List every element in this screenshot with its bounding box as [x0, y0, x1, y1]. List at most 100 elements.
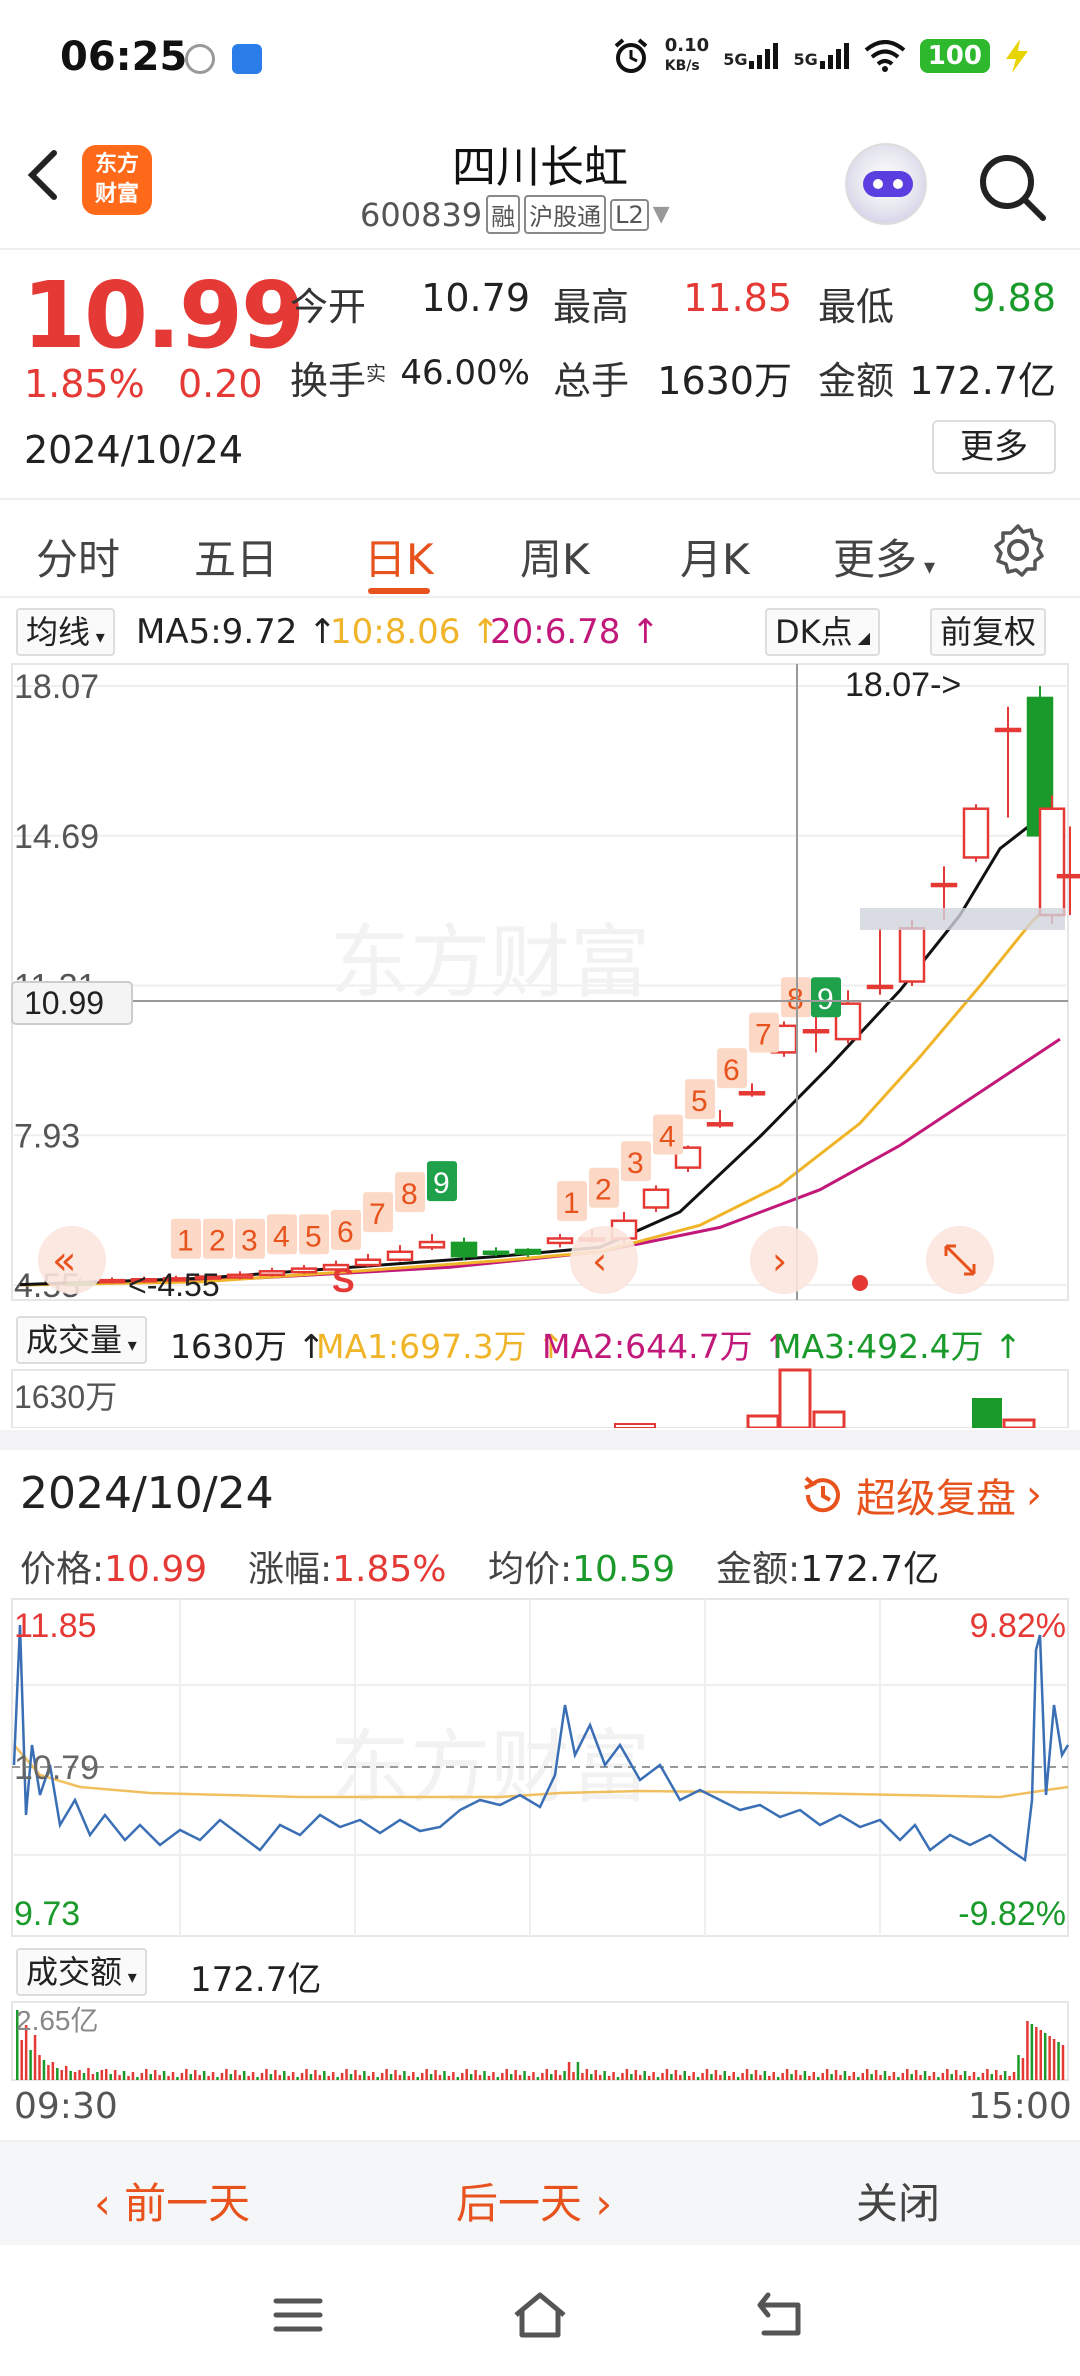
amount-bar: [225, 2069, 228, 2080]
adjust-selector[interactable]: 前复权: [930, 608, 1047, 656]
close-button[interactable]: 关闭: [856, 2170, 940, 2231]
amount-bar: [679, 2075, 682, 2080]
kline-chart[interactable]: 东方财富 18.0714.6911.317.934.55 12345678123…: [0, 660, 1080, 1310]
chevron-right-icon: ›: [1026, 1472, 1042, 1518]
amount-bar: [189, 2074, 193, 2080]
dk-signal-number: 9: [433, 1167, 450, 1200]
tab-daily-k[interactable]: 日K: [364, 526, 434, 587]
amount-bar: [825, 2069, 829, 2080]
prev-icon[interactable]: ‹: [570, 1226, 638, 1294]
next-day-button[interactable]: 后一天 ›: [456, 2170, 612, 2231]
amount-bar: [603, 2071, 606, 2080]
amount-bar: [768, 2076, 771, 2080]
ma10-legend: 10:8.06 ↑: [330, 612, 500, 652]
expand-icon[interactable]: [926, 1226, 994, 1294]
high-label: 最高: [553, 285, 630, 329]
amount-bar: [990, 2074, 994, 2080]
amount-bar: [211, 2072, 215, 2080]
dk-signal-number: 8: [787, 983, 804, 1016]
low-label: 最低: [818, 285, 895, 329]
intraday-chart[interactable]: 东方财富 11.85 10.79 9.73 9.82% -9.82%: [0, 1595, 1080, 1940]
candle-body: [258, 1270, 286, 1277]
back-nav-icon[interactable]: [754, 2291, 806, 2339]
amount-bar: [687, 2076, 691, 2080]
support-zone: [860, 908, 1065, 930]
prev-day-button[interactable]: ‹ 前一天: [94, 2170, 250, 2231]
amount-bar: [487, 2076, 491, 2080]
dk-signal-number: 6: [723, 1054, 740, 1087]
scroll-left-icon[interactable]: «: [38, 1226, 106, 1294]
amount-bar: [981, 2073, 985, 2080]
amount-bar: [256, 2077, 259, 2080]
amount-bar: [145, 2069, 148, 2080]
amount-bar: [1026, 2021, 1029, 2080]
chevron-down-icon: ▼: [652, 202, 670, 227]
tab-five-day[interactable]: 五日: [194, 526, 278, 587]
app-notification-icon: [185, 44, 215, 74]
svg-text:‹: ‹: [592, 1239, 607, 1283]
amount-bar: [438, 2075, 442, 2080]
wifi-icon: [864, 40, 906, 72]
amount-bar: [407, 2076, 411, 2080]
amount-bar: [754, 2070, 758, 2080]
amount-bar: [745, 2069, 749, 2080]
assistant-avatar[interactable]: [845, 143, 927, 225]
dk-signal-number: 9: [817, 983, 834, 1016]
amount-bar: [803, 2071, 807, 2080]
amount-bar: [300, 2073, 304, 2080]
stock-code-row[interactable]: 600839 融 沪股通 L2 ▼: [360, 195, 670, 234]
tab-monthly-k[interactable]: 月K: [680, 526, 750, 587]
amount-bar: [269, 2074, 273, 2080]
dk-point-selector[interactable]: DK点 ◢: [765, 608, 881, 656]
more-button[interactable]: 更多: [932, 420, 1056, 474]
next-icon[interactable]: ›: [750, 1226, 818, 1294]
amount-bar: [452, 2072, 455, 2080]
amount-bar: [852, 2072, 856, 2080]
amount-bar: [545, 2069, 549, 2080]
amount-bar: [830, 2074, 833, 2080]
amount-bar: [162, 2071, 166, 2080]
super-replay-link[interactable]: 超级复盘 ›: [800, 1466, 1042, 1524]
amount-bar: [461, 2073, 464, 2080]
amount-bar: [109, 2074, 112, 2080]
home-icon[interactable]: [510, 2289, 570, 2341]
amount-bar: [149, 2074, 152, 2080]
amount-selector[interactable]: 成交额 ▾: [16, 1948, 147, 1996]
candle-body: [546, 1237, 574, 1245]
amount-bar: [456, 2077, 460, 2080]
amount-bar: [265, 2069, 268, 2080]
amount-bar: [857, 2077, 860, 2080]
status-right: 0.10 KB/s 5G 5G 100: [611, 36, 1030, 76]
amount-bar: [96, 2072, 99, 2080]
search-icon[interactable]: [975, 150, 1047, 222]
vol-ma3: MA3:492.4万 ↑: [773, 1327, 1022, 1366]
amount-bar: [260, 2073, 264, 2080]
candle-body: [226, 1273, 254, 1279]
time-start: 09:30: [14, 2086, 118, 2127]
ma20-legend: 20:6.78 ↑: [490, 612, 660, 652]
amount-bar: [612, 2072, 615, 2080]
dk-signal-number: 3: [241, 1225, 258, 1258]
amount-bar: [180, 2073, 184, 2080]
current-price: 10.99: [22, 262, 305, 369]
amount-bar: [238, 2075, 241, 2080]
volume-axis-label: 1630万: [14, 1379, 117, 1415]
detail-avg: 均价:10.59: [488, 1549, 676, 1590]
amount-bar: [728, 2076, 731, 2080]
tab-weekly-k[interactable]: 周K: [520, 526, 590, 587]
amount-bar: [919, 2075, 922, 2080]
amount-bar: [100, 2070, 104, 2080]
amount-bar: [736, 2077, 740, 2080]
indicator-selector[interactable]: 均线 ▾: [16, 608, 115, 656]
amount-bar: [763, 2071, 767, 2080]
tab-intraday[interactable]: 分时: [36, 526, 120, 587]
open-label: 今开: [290, 285, 367, 329]
amount-bar: [692, 2072, 695, 2080]
amount-bar: [995, 2070, 998, 2080]
volume-selector[interactable]: 成交量 ▾: [16, 1316, 147, 1364]
tab-more[interactable]: 更多 ▾: [833, 526, 935, 587]
amount-chart: 2.65亿: [11, 2001, 1069, 2081]
menu-icon[interactable]: [272, 2295, 324, 2335]
gear-icon[interactable]: [990, 522, 1046, 578]
amount-bar: [274, 2070, 277, 2080]
